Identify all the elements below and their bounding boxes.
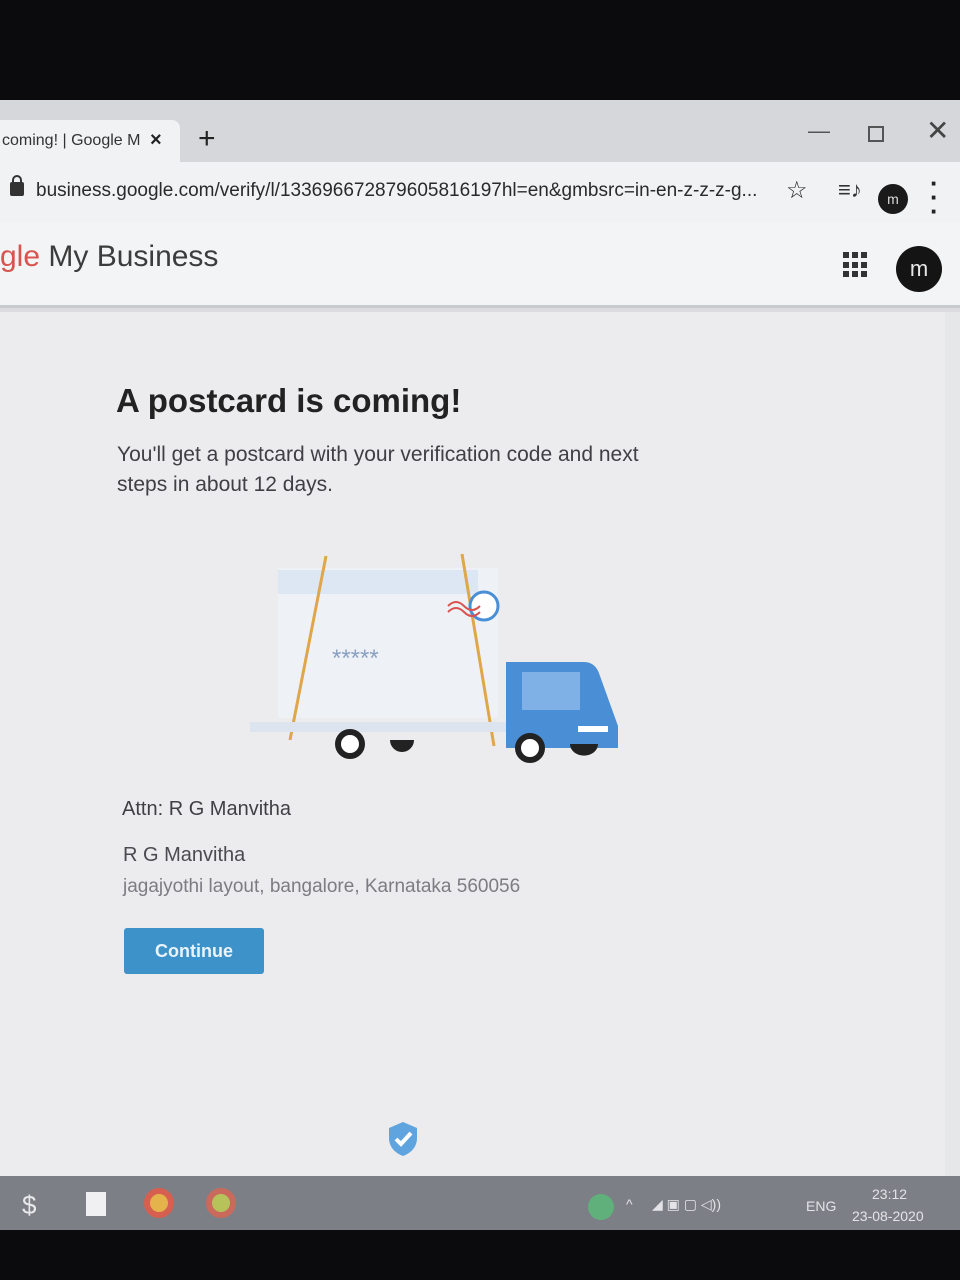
clock-date[interactable]: 23-08-2020 bbox=[852, 1208, 924, 1224]
truck-bed bbox=[250, 722, 510, 732]
language-indicator[interactable]: ENG bbox=[806, 1198, 836, 1214]
gmb-header: gle My Business m bbox=[0, 222, 960, 308]
rear-wheel bbox=[335, 729, 365, 759]
new-tab-button[interactable]: + bbox=[198, 122, 216, 156]
clock-time[interactable]: 23:12 bbox=[872, 1186, 907, 1202]
code-mask: ***** bbox=[332, 645, 379, 672]
chrome-icon[interactable] bbox=[144, 1188, 174, 1218]
rear-wheel-2 bbox=[390, 740, 414, 752]
verification-card: A postcard is coming! You'll get a postc… bbox=[0, 312, 945, 1182]
logo-text: My Business bbox=[40, 240, 219, 273]
truck-window bbox=[522, 672, 580, 710]
address-bar[interactable]: business.google.com/verify/l/13369667287… bbox=[36, 180, 766, 202]
tray-app-icon[interactable] bbox=[588, 1194, 614, 1220]
postcard-graphic: ***** bbox=[278, 553, 500, 747]
account-avatar[interactable]: m bbox=[896, 246, 942, 292]
address-toolbar: business.google.com/verify/l/13369667287… bbox=[0, 162, 960, 224]
minimize-icon[interactable]: — bbox=[808, 118, 830, 144]
tab-title: coming! | Google M bbox=[2, 132, 141, 149]
truck-light bbox=[578, 726, 608, 732]
taskbar: $ ^ ◢ ▣ ▢ ◁)) ENG 23:12 23-08-2020 bbox=[0, 1176, 960, 1230]
page-title: A postcard is coming! bbox=[116, 382, 462, 419]
address-line: jagajyothi layout, bangalore, Karnataka … bbox=[123, 876, 521, 897]
address-name: R G Manvitha bbox=[123, 844, 246, 866]
browser-menu-icon[interactable]: · · · bbox=[930, 170, 939, 224]
browser-tab[interactable]: coming! | Google M × bbox=[0, 120, 180, 162]
postcard-truck-illustration: ***** bbox=[250, 553, 618, 763]
start-icon[interactable]: $ bbox=[22, 1190, 36, 1221]
bookmark-star-icon[interactable]: ☆ bbox=[786, 176, 808, 205]
page-description: You'll get a postcard with your verifica… bbox=[117, 443, 639, 496]
browser-profile-avatar[interactable]: m bbox=[878, 184, 908, 214]
front-wheel-2 bbox=[570, 744, 598, 756]
maximize-icon[interactable] bbox=[868, 126, 884, 142]
postcard-stripe bbox=[278, 570, 478, 594]
attention-line: Attn: R G Manvitha bbox=[122, 798, 291, 820]
file-explorer-icon[interactable] bbox=[86, 1192, 106, 1216]
logo-prefix: gle bbox=[0, 240, 41, 273]
tray-network-icon[interactable]: ◢ ▣ ▢ ◁)) bbox=[652, 1196, 721, 1213]
lock-icon[interactable] bbox=[10, 175, 24, 196]
apps-grid-icon[interactable] bbox=[843, 252, 869, 278]
shield-check-icon bbox=[389, 1122, 417, 1156]
chrome-active-icon[interactable] bbox=[206, 1188, 236, 1218]
main-content: A postcard is coming! You'll get a postc… bbox=[0, 312, 960, 1182]
close-tab-icon[interactable]: × bbox=[150, 129, 162, 152]
close-window-icon[interactable]: ✕ bbox=[926, 114, 949, 147]
front-wheel bbox=[515, 733, 545, 763]
continue-button[interactable]: Continue bbox=[124, 928, 264, 974]
gmb-logo[interactable]: gle My Business bbox=[0, 240, 218, 274]
media-control-icon[interactable]: ≡♪ bbox=[838, 177, 862, 203]
tray-chevron-icon[interactable]: ^ bbox=[626, 1196, 633, 1212]
screen: coming! | Google M × + — ✕ business.goog… bbox=[0, 100, 960, 1230]
